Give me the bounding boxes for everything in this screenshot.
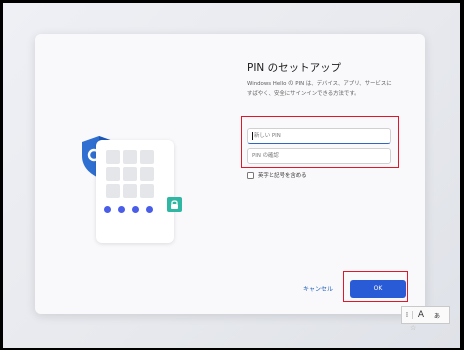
- new-pin-placeholder: 新しい PIN: [254, 133, 281, 139]
- ok-button[interactable]: OK: [350, 280, 406, 298]
- pin-keypad-illustration: [96, 140, 174, 243]
- lock-icon: [167, 197, 182, 212]
- ime-extra-button[interactable]: あ: [429, 311, 445, 320]
- text-caret: [252, 131, 253, 140]
- oobe-background: PIN のセットアップ Windows Hello の PIN は、デバイス、ア…: [3, 3, 460, 348]
- ime-mode-indicator[interactable]: A: [413, 310, 429, 320]
- include-letters-checkbox[interactable]: [247, 171, 254, 179]
- cancel-button[interactable]: キャンセル: [303, 284, 333, 293]
- new-pin-input[interactable]: 新しい PIN: [247, 128, 391, 144]
- include-letters-label: 英字と記号を含める: [258, 173, 307, 179]
- ime-settings-icon[interactable]: ☆: [410, 324, 416, 332]
- include-letters-row[interactable]: 英字と記号を含める: [247, 171, 307, 179]
- confirm-pin-input[interactable]: PIN の確認: [247, 148, 391, 164]
- page-description: Windows Hello の PIN は、デバイス、アプリ、サービスにすばやく…: [247, 81, 392, 97]
- ime-toolbar: ⁞ A あ: [401, 306, 450, 324]
- ime-handle-icon[interactable]: ⁞: [402, 311, 413, 319]
- page-title: PIN のセットアップ: [247, 62, 342, 74]
- confirm-pin-placeholder: PIN の確認: [252, 153, 279, 159]
